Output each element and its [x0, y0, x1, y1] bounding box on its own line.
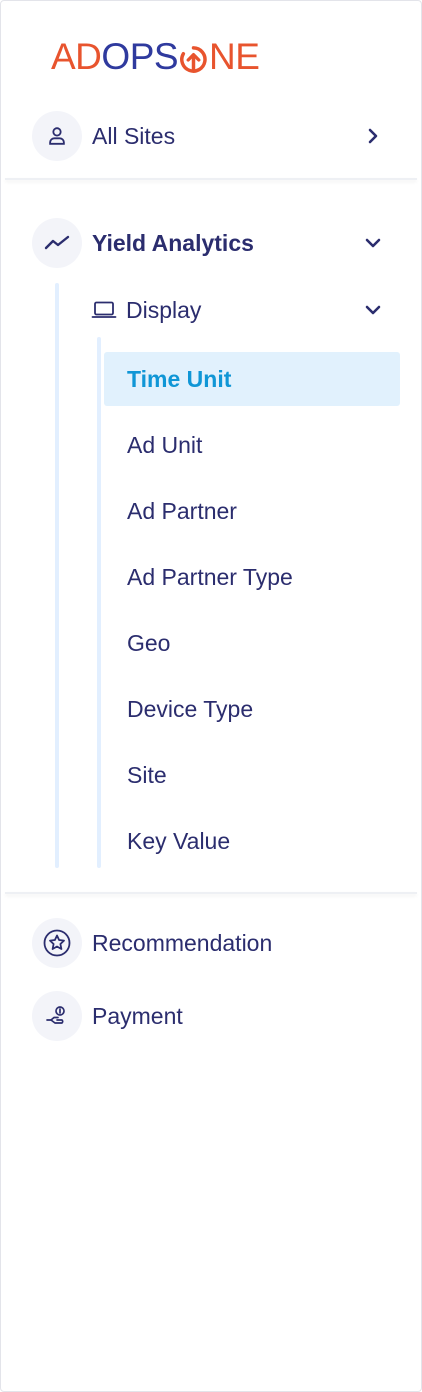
nav-item-label: Geo — [127, 629, 171, 656]
logo-text-o: O — [101, 35, 130, 77]
nav-all-sites-label: All Sites — [92, 122, 176, 149]
nav-item-label: Ad Partner — [127, 497, 237, 524]
user-icon — [32, 111, 82, 161]
chevron-down-icon[interactable] — [365, 235, 381, 251]
nav-item-time-unit[interactable]: Time Unit — [104, 352, 400, 406]
section-divider — [5, 178, 417, 180]
logo-text-ps: PS — [129, 35, 179, 77]
logo-text-ne: NE — [209, 35, 260, 77]
nav-yield-analytics-label: Yield Analytics — [92, 229, 254, 256]
nav-item-ad-unit[interactable]: Ad Unit — [104, 418, 400, 472]
logo-swirl-icon — [179, 43, 208, 73]
section-divider — [5, 892, 417, 894]
nav-item-ad-partner[interactable]: Ad Partner — [104, 484, 400, 538]
nav-item-label: Device Type — [127, 695, 254, 722]
nav-payment-label: Payment — [92, 1002, 183, 1029]
nav-item-ad-partner-type[interactable]: Ad Partner Type — [104, 550, 400, 604]
nav-payment[interactable]: Payment — [1, 991, 421, 1041]
chevron-right-icon[interactable] — [365, 128, 381, 144]
nav-item-label: Ad Unit — [127, 431, 203, 458]
nav-item-key-value[interactable]: Key Value — [104, 814, 400, 868]
nav-display[interactable]: Display — [1, 293, 421, 327]
nav-item-label: Time Unit — [127, 365, 232, 392]
payment-hand-icon — [32, 991, 82, 1041]
tree-line-level2 — [97, 337, 101, 868]
nav-item-geo[interactable]: Geo — [104, 616, 400, 670]
nav-item-label: Site — [127, 761, 167, 788]
nav-yield-analytics[interactable]: Yield Analytics — [1, 218, 421, 268]
laptop-icon — [90, 298, 118, 322]
nav-display-label: Display — [126, 296, 202, 323]
trend-line-icon — [32, 218, 82, 268]
adopsone-logo[interactable]: AD O PS NE — [51, 35, 260, 77]
nav-item-site[interactable]: Site — [104, 748, 400, 802]
star-badge-icon — [32, 918, 82, 968]
nav-item-device-type[interactable]: Device Type — [104, 682, 400, 736]
chevron-down-icon[interactable] — [365, 302, 381, 318]
nav-all-sites[interactable]: All Sites — [1, 111, 421, 161]
nav-item-label: Ad Partner Type — [127, 563, 293, 590]
nav-recommendation[interactable]: Recommendation — [1, 918, 421, 968]
nav-item-label: Key Value — [127, 827, 231, 854]
logo-text-ad: AD — [51, 35, 102, 77]
tree-line-level1 — [55, 283, 59, 868]
sidebar: AD O PS NE All Sites Yield Analytics Dis… — [0, 0, 422, 1392]
nav-recommendation-label: Recommendation — [92, 929, 273, 956]
